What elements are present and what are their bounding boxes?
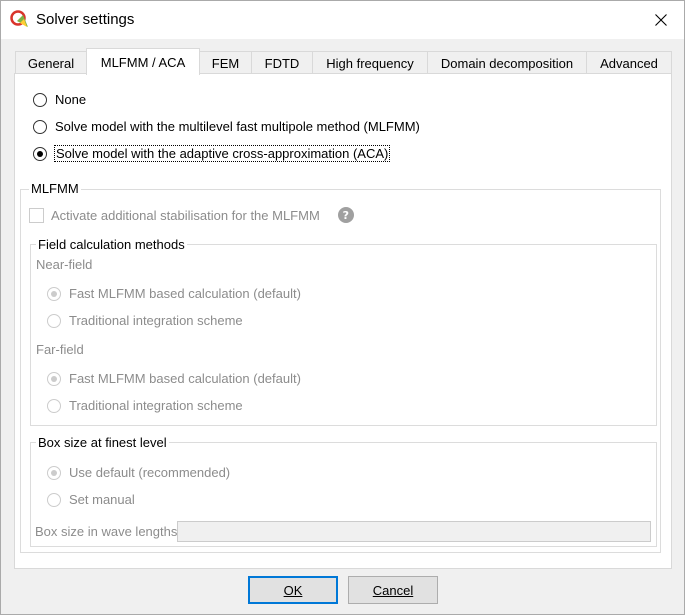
tab-fdtd[interactable]: FDTD xyxy=(251,51,313,74)
cancel-button[interactable]: Cancel xyxy=(348,576,438,604)
cancel-button-label: Cancel xyxy=(372,582,414,598)
near-field-fast-label: Fast MLFMM based calculation (default) xyxy=(69,286,301,301)
box-default-radio[interactable]: Use default (recommended) xyxy=(47,465,230,480)
radio-button[interactable] xyxy=(47,286,61,301)
stabilisation-checkbox[interactable] xyxy=(29,207,44,223)
tab-fem[interactable]: FEM xyxy=(199,51,252,74)
near-field-fast-radio[interactable]: Fast MLFMM based calculation (default) xyxy=(47,286,301,301)
near-field-traditional-label: Traditional integration scheme xyxy=(69,313,243,328)
far-field-traditional-label: Traditional integration scheme xyxy=(69,398,243,413)
close-button[interactable] xyxy=(638,1,684,39)
far-field-fast-radio[interactable]: Fast MLFMM based calculation (default) xyxy=(47,371,301,386)
far-field-traditional-radio[interactable]: Traditional integration scheme xyxy=(47,398,243,413)
radio-button[interactable] xyxy=(47,371,61,386)
radio-button[interactable] xyxy=(47,313,61,328)
mlfmm-group-title: MLFMM xyxy=(29,181,81,196)
tab-advanced[interactable]: Advanced xyxy=(586,51,672,74)
tab-mlfmm-aca[interactable]: MLFMM / ACA xyxy=(86,48,200,75)
solver-settings-dialog: Solver settings General MLFMM / ACA FEM … xyxy=(0,0,685,615)
radio-button[interactable] xyxy=(47,398,61,413)
radio-button[interactable] xyxy=(33,119,47,134)
far-field-label: Far-field xyxy=(36,342,84,357)
title-bar: Solver settings xyxy=(1,1,684,39)
radio-aca[interactable]: Solve model with the adaptive cross-appr… xyxy=(33,145,391,162)
tab-domain-decomposition[interactable]: Domain decomposition xyxy=(427,51,587,74)
stabilisation-row[interactable]: Activate additional stabilisation for th… xyxy=(29,207,354,223)
close-icon xyxy=(655,14,667,26)
radio-none-label: None xyxy=(55,92,87,107)
cadfeko-logo-icon xyxy=(10,10,30,30)
box-manual-label: Set manual xyxy=(69,492,135,507)
radio-mlfmm-label: Solve model with the multilevel fast mul… xyxy=(55,119,420,134)
radio-button[interactable] xyxy=(33,92,47,107)
near-field-traditional-radio[interactable]: Traditional integration scheme xyxy=(47,313,243,328)
wave-lengths-label: Box size in wave lengths xyxy=(35,524,178,539)
box-manual-radio[interactable]: Set manual xyxy=(47,492,135,507)
ok-button[interactable]: OK xyxy=(248,576,338,604)
tab-high-frequency[interactable]: High frequency xyxy=(312,51,428,74)
radio-mlfmm[interactable]: Solve model with the multilevel fast mul… xyxy=(33,119,420,134)
radio-aca-label: Solve model with the adaptive cross-appr… xyxy=(53,145,391,162)
radio-button[interactable] xyxy=(33,146,47,161)
wave-lengths-input[interactable] xyxy=(177,521,651,542)
radio-button[interactable] xyxy=(47,492,61,507)
radio-button[interactable] xyxy=(47,465,61,480)
help-icon[interactable]: ? xyxy=(337,207,354,223)
box-size-title: Box size at finest level xyxy=(36,435,169,450)
stabilisation-label: Activate additional stabilisation for th… xyxy=(51,207,320,223)
box-default-label: Use default (recommended) xyxy=(69,465,231,480)
near-field-label: Near-field xyxy=(36,257,93,272)
field-calc-title: Field calculation methods xyxy=(36,237,187,252)
far-field-fast-label: Fast MLFMM based calculation (default) xyxy=(69,371,301,386)
ok-button-label: OK xyxy=(283,582,303,598)
tab-general[interactable]: General xyxy=(15,51,87,74)
mlfmm-aca-panel: None Solve model with the multilevel fas… xyxy=(14,73,672,569)
radio-none[interactable]: None xyxy=(33,92,86,107)
window-title: Solver settings xyxy=(36,11,135,28)
